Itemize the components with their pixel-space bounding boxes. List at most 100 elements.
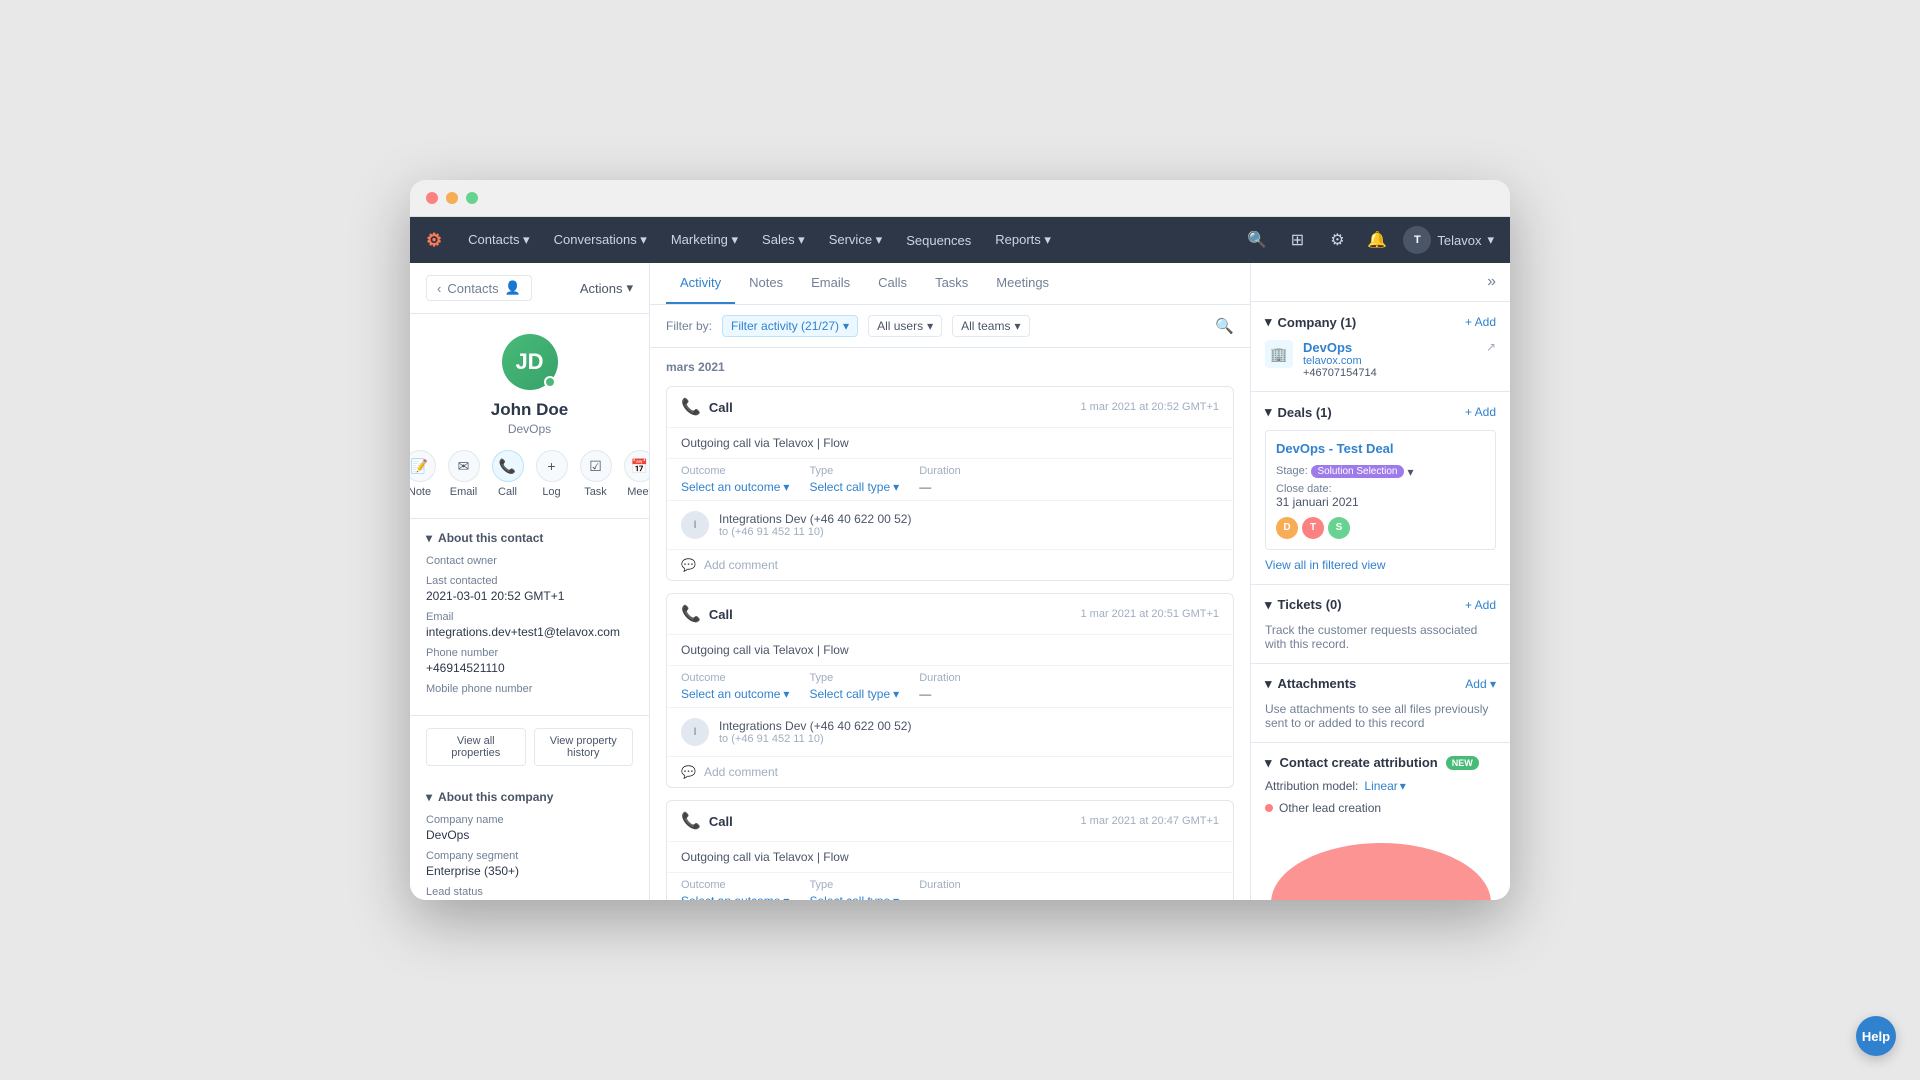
contacts-breadcrumb[interactable]: ‹ Contacts 👤 [426,275,532,301]
call2-outcome-chevron: ▾ [783,687,789,701]
nav-reports[interactable]: Reports ▾ [985,226,1061,254]
tab-meetings[interactable]: Meetings [982,263,1063,304]
company-section-title[interactable]: ▾ Company (1) [1265,314,1356,330]
company-name-link[interactable]: DevOps [1303,340,1476,355]
right-sidebar: » ▾ Company (1) + Add 🏢 DevOps telavox.c… [1250,263,1510,900]
company-card: 🏢 DevOps telavox.com +46707154714 ↗ [1265,340,1496,379]
field-email: Email integrations.dev+test1@telavox.com [426,611,633,639]
collapse-contact-icon: ▾ [426,531,432,545]
field-company-name: Company name DevOps [426,814,633,842]
attribution-title-label: Contact create attribution [1280,755,1438,770]
company-external-link-icon[interactable]: ↗ [1486,340,1496,354]
nav-conversations[interactable]: Conversations ▾ [544,226,657,254]
about-company-header[interactable]: ▾ About this company [426,790,633,804]
call1-outcome-select[interactable]: Select an outcome ▾ [681,480,789,494]
tab-tasks[interactable]: Tasks [921,263,982,304]
log-icon: + [536,450,568,482]
tab-activity[interactable]: Activity [666,263,735,304]
call1-type-row: 📞 Call [681,397,733,417]
mobile-field-label: Mobile phone number [426,683,633,695]
contact-quick-actions: 📝 Note ✉ Email 📞 Call + Log [426,450,633,498]
action-meet[interactable]: 📅 Meet [624,450,651,498]
company-add-button[interactable]: + Add [1465,315,1496,329]
call3-outcome-select[interactable]: Select an outcome ▾ [681,894,789,900]
company-url-link[interactable]: telavox.com [1303,355,1476,367]
nav-marketing[interactable]: Marketing ▾ [661,226,748,254]
activity-search-button[interactable]: 🔍 [1215,317,1234,335]
deals-section-title[interactable]: ▾ Deals (1) [1265,404,1332,420]
browser-dot-minimize[interactable] [446,192,458,204]
deals-collapse-icon: ▾ [1265,404,1272,420]
about-contact-header[interactable]: ▾ About this contact [426,531,633,545]
actions-button[interactable]: Actions ▾ [580,280,633,296]
action-email[interactable]: ✉ Email [448,450,480,498]
action-note[interactable]: 📝 Note [410,450,436,498]
attribution-model-select[interactable]: Linear ▾ [1364,779,1405,793]
view-all-properties-button[interactable]: View all properties [426,728,526,766]
call3-type-select[interactable]: Select call type ▾ [809,894,899,900]
call3-type-row: 📞 Call [681,811,733,831]
action-call[interactable]: 📞 Call [492,450,524,498]
call2-type-chevron: ▾ [893,687,899,701]
call2-type-select[interactable]: Select call type ▾ [809,687,899,701]
call2-outcome-select[interactable]: Select an outcome ▾ [681,687,789,701]
top-navigation: ⚙ Contacts ▾ Conversations ▾ Marketing ▾… [410,217,1510,263]
teams-filter-button[interactable]: All teams ▾ [952,315,1029,337]
notifications-icon[interactable]: 🔔 [1363,226,1391,254]
nav-contacts[interactable]: Contacts ▾ [458,226,539,254]
view-property-history-button[interactable]: View property history [534,728,634,766]
deal-name-link[interactable]: DevOps - Test Deal [1276,441,1485,456]
browser-dot-maximize[interactable] [466,192,478,204]
collapse-sidebar-button[interactable]: » [1487,273,1496,291]
call1-type-field: Type Select call type ▾ [809,465,899,494]
nav-sales[interactable]: Sales ▾ [752,226,815,254]
meet-label: Meet [627,486,650,498]
attachments-section-title[interactable]: ▾ Attachments [1265,676,1356,692]
help-button[interactable]: Help [1856,1016,1896,1056]
attachments-add-button[interactable]: Add ▾ [1465,677,1496,691]
call1-header: 📞 Call 1 mar 2021 at 20:52 GMT+1 [667,387,1233,428]
phone-field-value: +46914521110 [426,661,633,675]
deal-avatar-1: D [1276,517,1298,539]
call1-type-select[interactable]: Select call type ▾ [809,480,899,494]
tab-emails[interactable]: Emails [797,263,864,304]
nav-sequences[interactable]: Sequences [896,227,981,254]
tickets-add-button[interactable]: + Add [1465,598,1496,612]
attribution-title[interactable]: ▾ Contact create attribution NEW [1265,755,1479,771]
users-filter-button[interactable]: All users ▾ [868,315,942,337]
action-task[interactable]: ☑ Task [580,450,612,498]
deal-close-value: 31 januari 2021 [1276,495,1485,509]
nav-service[interactable]: Service ▾ [819,226,893,254]
call3-phone-icon: 📞 [681,811,701,831]
call3-outcome-label: Outcome [681,879,789,891]
call2-add-comment[interactable]: 💬 Add comment [667,756,1233,787]
view-all-filtered-link[interactable]: View all in filtered view [1265,558,1386,572]
tickets-section-title[interactable]: ▾ Tickets (0) [1265,597,1342,613]
call1-type-label: Type [809,465,899,477]
call1-duration-value: — [919,480,961,494]
action-log[interactable]: + Log [536,450,568,498]
actions-chevron: ▾ [626,280,633,296]
attachments-title-label: Attachments [1278,676,1357,691]
browser-dot-close[interactable] [426,192,438,204]
tab-notes[interactable]: Notes [735,263,797,304]
deals-add-button[interactable]: + Add [1465,405,1496,419]
call2-duration-value: — [919,687,961,701]
tab-calls[interactable]: Calls [864,263,921,304]
user-menu[interactable]: T Telavox [1403,226,1494,254]
apps-icon[interactable]: ⊞ [1283,226,1311,254]
call3-outcome-field: Outcome Select an outcome ▾ [681,879,789,900]
users-filter-label: All users [877,319,923,333]
last-contacted-label: Last contacted [426,575,633,587]
company-phone: +46707154714 [1303,367,1476,379]
call2-timestamp: 1 mar 2021 at 20:51 GMT+1 [1081,608,1220,620]
email-field-value: integrations.dev+test1@telavox.com [426,625,633,639]
call3-outcome-chevron: ▾ [783,894,789,900]
call1-timestamp: 1 mar 2021 at 20:52 GMT+1 [1081,401,1220,413]
deal-avatar-2: T [1302,517,1324,539]
settings-icon[interactable]: ⚙ [1323,226,1351,254]
search-icon[interactable]: 🔍 [1243,226,1271,254]
activity-card-call1: 📞 Call 1 mar 2021 at 20:52 GMT+1 Outgoin… [666,386,1234,581]
call1-add-comment[interactable]: 💬 Add comment [667,549,1233,580]
activity-filter-button[interactable]: Filter activity (21/27) ▾ [722,315,858,337]
